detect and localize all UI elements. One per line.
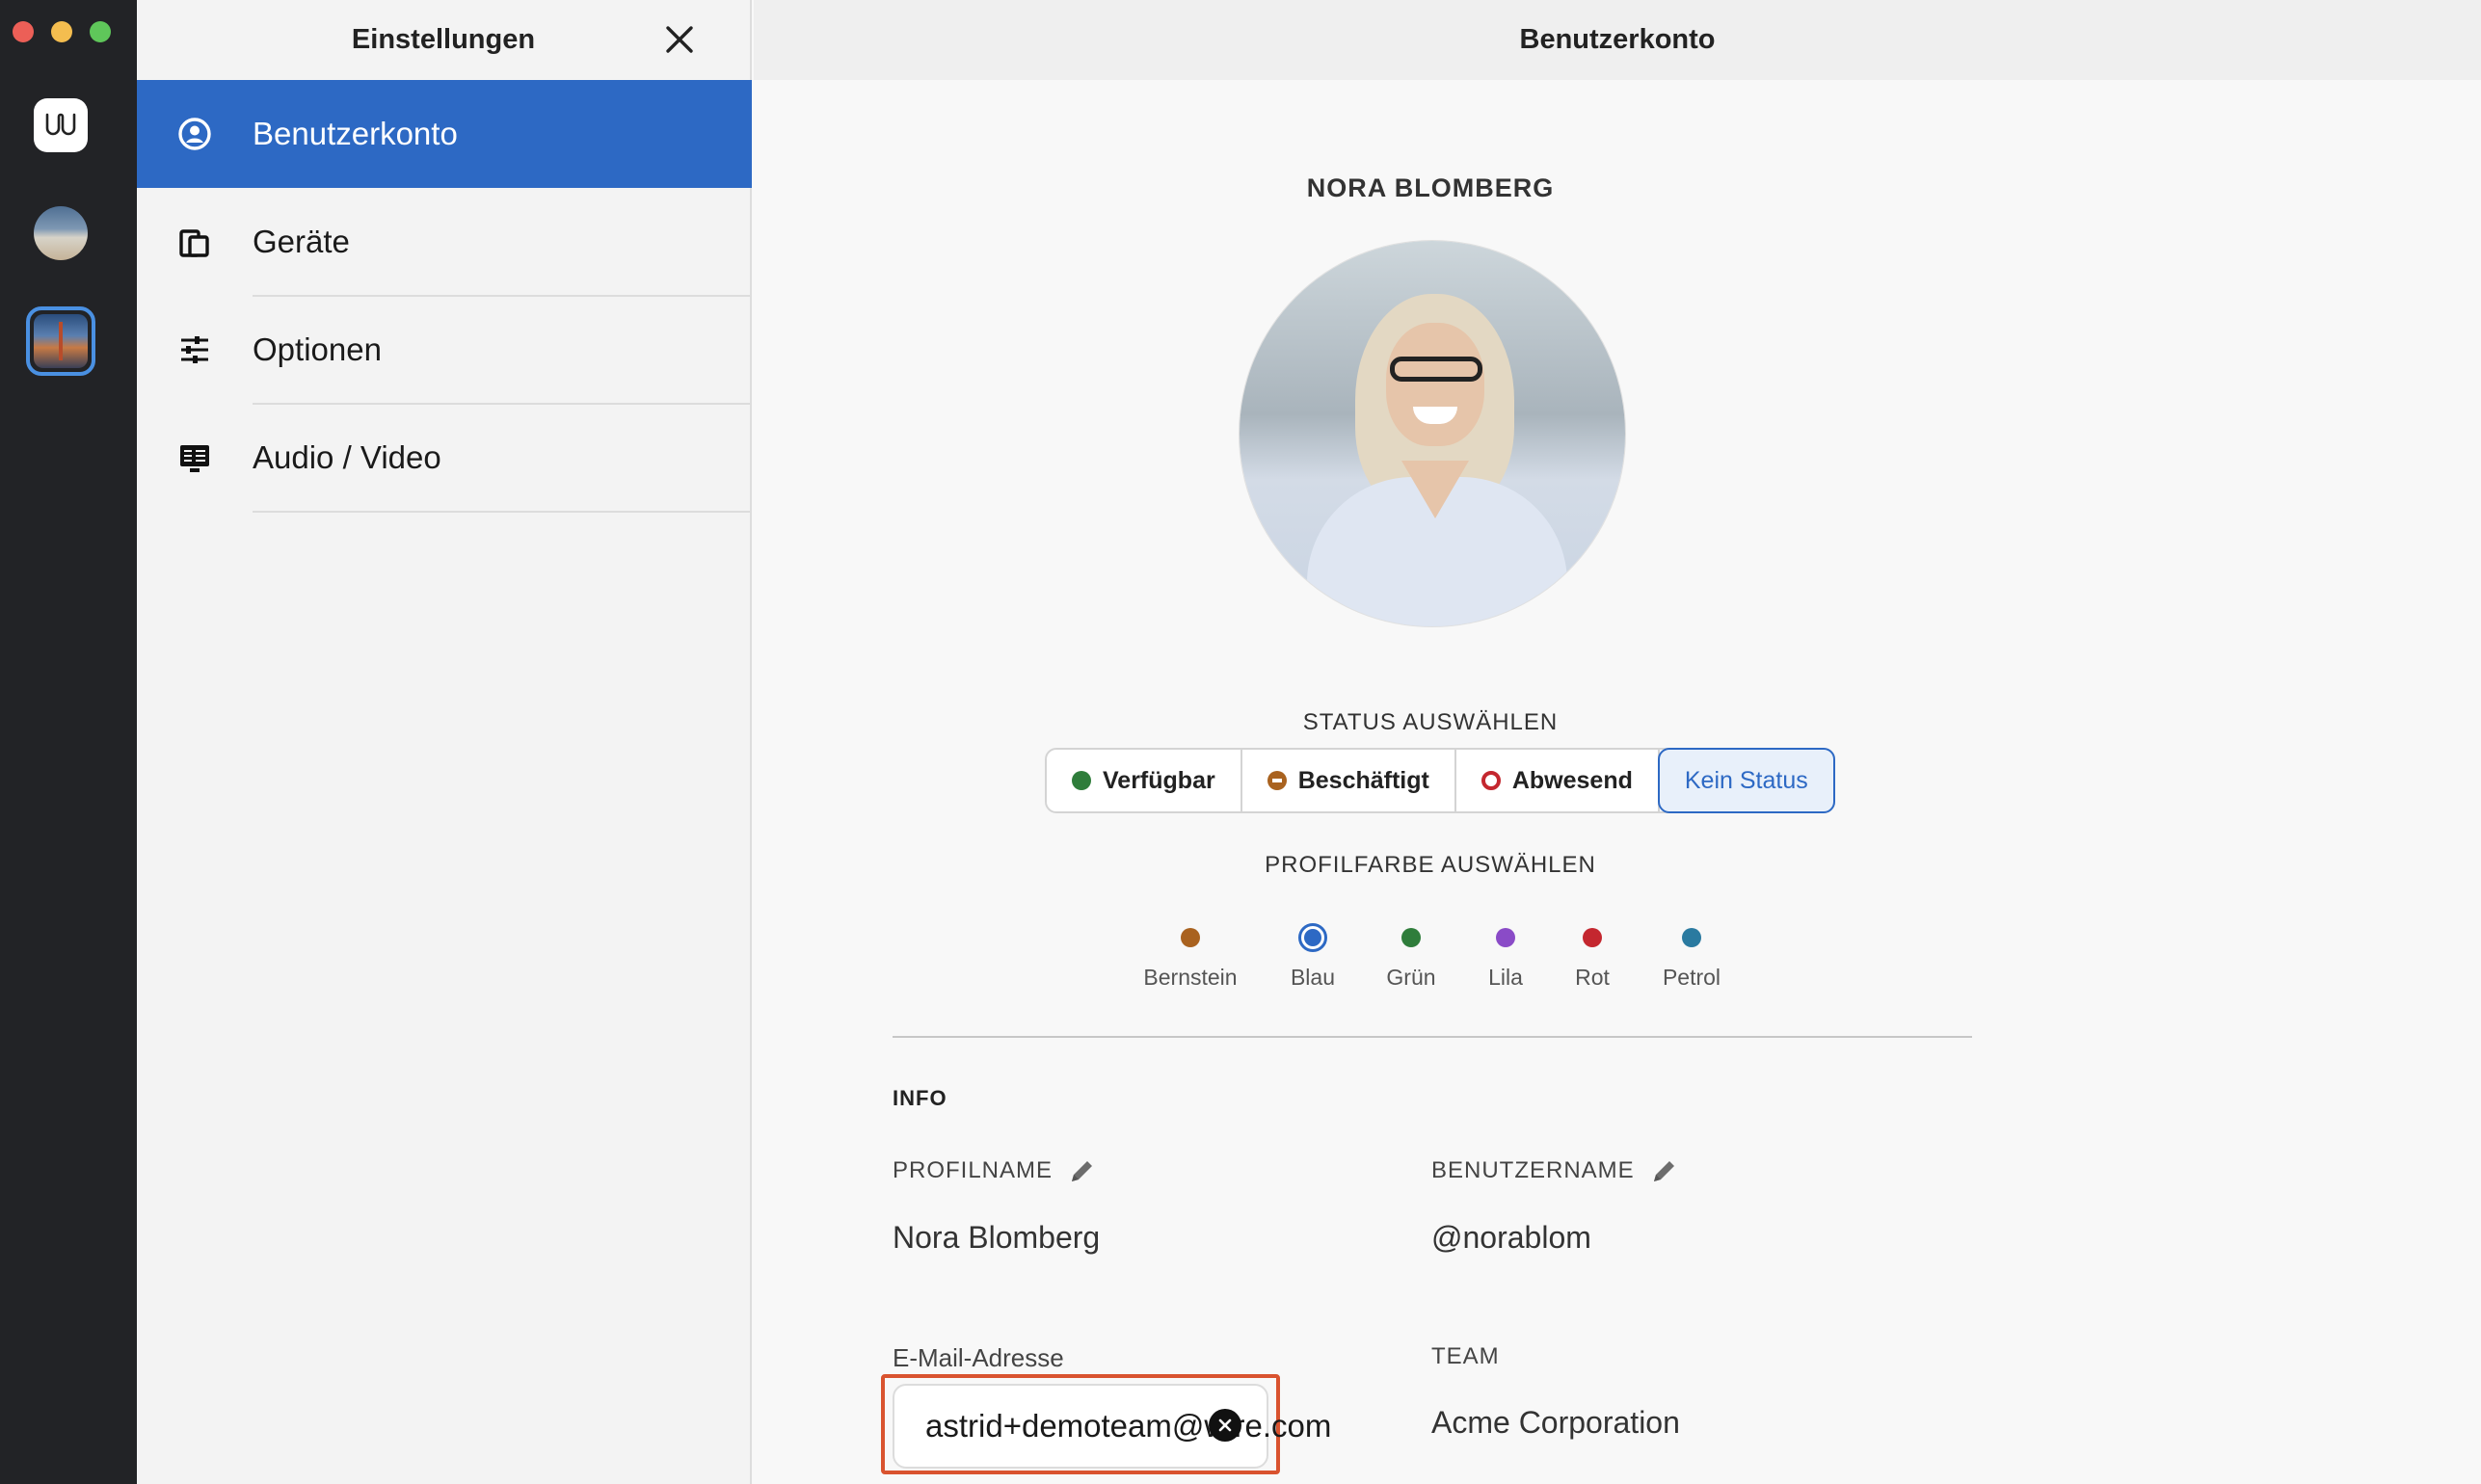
sliders-icon [175,331,214,369]
sidebar-item-label: Benutzerkonto [253,116,458,151]
username-value[interactable]: @norablom [1431,1220,1591,1256]
sidebar-header: Einstellungen [137,0,750,80]
status-label: Beschäftigt [1297,766,1429,794]
username-label: BENUTZERNAME [1431,1154,1681,1187]
devices-icon [175,223,214,261]
window-minimize-button[interactable] [51,21,72,42]
color-option-bernstein[interactable]: Bernstein [1133,923,1248,991]
clear-email-button[interactable] [1209,1409,1241,1442]
audio-video-icon [175,438,214,477]
avatar-face [1386,323,1484,446]
avatar-glasses [1390,357,1482,382]
sidebar-divider [253,511,750,513]
window-close-button[interactable] [13,21,34,42]
team-label: TEAM [1431,1343,1500,1369]
email-field[interactable] [893,1384,1330,1469]
color-swatch [1496,928,1515,947]
profile-name-header: NORA BLOMBERG [1306,173,1555,202]
sidebar-item-geraete[interactable]: Geräte [137,188,752,296]
status-section-label: STATUS AUSWÄHLEN [1302,709,1559,735]
profile-color-section-label: PROFILFARBE AUSWÄHLEN [1265,852,1596,878]
clear-x-icon [1218,1418,1232,1432]
email-label: E-Mail-Adresse [893,1343,1064,1372]
color-label: Bernstein [1143,965,1238,990]
account-avatar-beach[interactable] [34,206,88,260]
wire-logo-account[interactable] [34,98,88,152]
info-heading: INFO [893,1086,947,1110]
status-busy-button[interactable]: Beschäftigt [1242,750,1456,811]
color-swatch [1682,928,1701,947]
email-input[interactable] [925,1408,1330,1444]
sidebar-title: Einstellungen [351,24,536,55]
color-label: Rot [1575,965,1610,990]
status-label: Kein Status [1684,766,1808,794]
sidebar-item-audio-video[interactable]: Audio / Video [137,404,752,512]
page-title: Benutzerkonto [1519,24,1716,55]
sidebar-item-benutzerkonto[interactable]: Benutzerkonto [137,80,752,188]
settings-sidebar: Einstellungen Benutzerkonto Geräte Optio… [137,0,752,1484]
user-circle-icon [175,115,214,153]
status-label: Verfügbar [1103,766,1215,794]
profile-avatar[interactable] [1240,241,1625,626]
profile-name-value[interactable]: Nora Blomberg [893,1220,1100,1256]
color-swatch [1401,928,1421,947]
team-value: Acme Corporation [1431,1405,1680,1440]
profile-name-label: PROFILNAME [893,1154,1099,1187]
status-away-button[interactable]: Abwesend [1456,750,1660,811]
close-icon [666,26,693,53]
main-header: Benutzerkonto [754,0,2481,80]
account-avatar-bridge-selected[interactable] [26,306,95,376]
color-label: Petrol [1662,965,1721,990]
color-swatch [1181,928,1200,947]
edit-username-pencil-icon[interactable] [1648,1154,1681,1187]
edit-profile-name-pencil-icon[interactable] [1066,1154,1099,1187]
available-dot-icon [1072,771,1091,790]
status-selector: Verfügbar Beschäftigt Abwesend Kein Stat… [1045,748,1835,813]
username-label-text: BENUTZERNAME [1431,1157,1635,1183]
color-swatch-selected [1298,923,1327,952]
away-ring-icon [1481,771,1501,790]
close-settings-button[interactable] [661,21,698,58]
sidebar-item-optionen[interactable]: Optionen [137,296,752,404]
color-option-petrol[interactable]: Petrol [1634,923,1749,991]
color-option-rot[interactable]: Rot [1534,923,1650,991]
status-available-button[interactable]: Verfügbar [1047,750,1242,811]
account-panel: Benutzerkonto NORA BLOMBERG STATUS AUSWÄ… [754,0,2481,1484]
sidebar-item-label: Audio / Video [253,439,441,475]
section-divider [893,1036,1972,1038]
color-swatch [1583,928,1602,947]
bridge-image [34,314,88,368]
status-label: Abwesend [1511,766,1633,794]
profile-name-label-text: PROFILNAME [893,1157,1054,1183]
status-none-button[interactable]: Kein Status [1657,748,1835,813]
window-zoom-button[interactable] [90,21,111,42]
busy-dot-icon [1267,771,1287,790]
sidebar-item-label: Optionen [253,331,382,367]
sidebar-item-label: Geräte [253,224,350,259]
workspace-rail [0,0,137,1484]
wire-logo-icon [45,113,76,136]
